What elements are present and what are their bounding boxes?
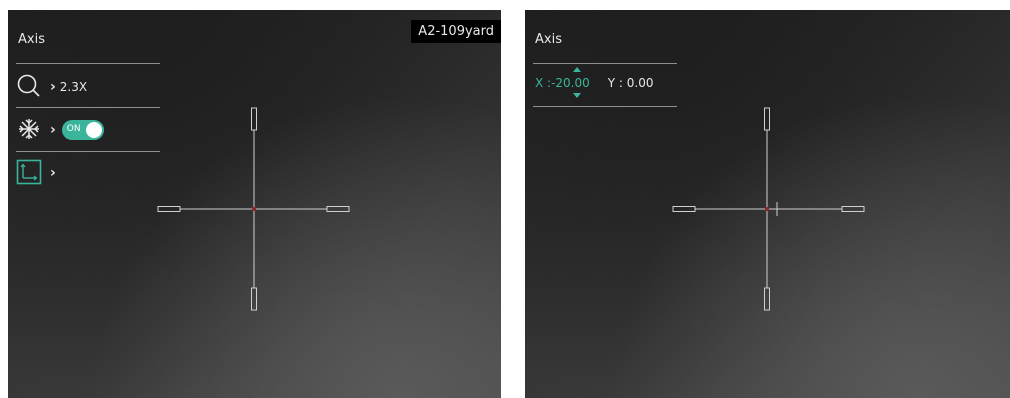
reticle-center-dot — [252, 207, 256, 211]
reticle-left-post — [672, 206, 696, 212]
left-thermal-view: Axis A2-109yard › 2.3X › ON › — [8, 10, 501, 398]
reticle-top-post — [251, 107, 257, 131]
reticle-right-post — [841, 206, 865, 212]
reticle-left-post — [157, 206, 181, 212]
reticle-bottom-post — [764, 287, 770, 311]
reticle-bottom-post — [251, 287, 257, 311]
reticle — [157, 107, 350, 311]
reticle-center-dot — [765, 207, 769, 211]
reticle-right-post — [326, 206, 350, 212]
reticle-top-post — [764, 107, 770, 131]
right-thermal-view: Axis X :-20.00 Y : 0.00 — [525, 10, 1010, 398]
reticle — [672, 107, 865, 311]
